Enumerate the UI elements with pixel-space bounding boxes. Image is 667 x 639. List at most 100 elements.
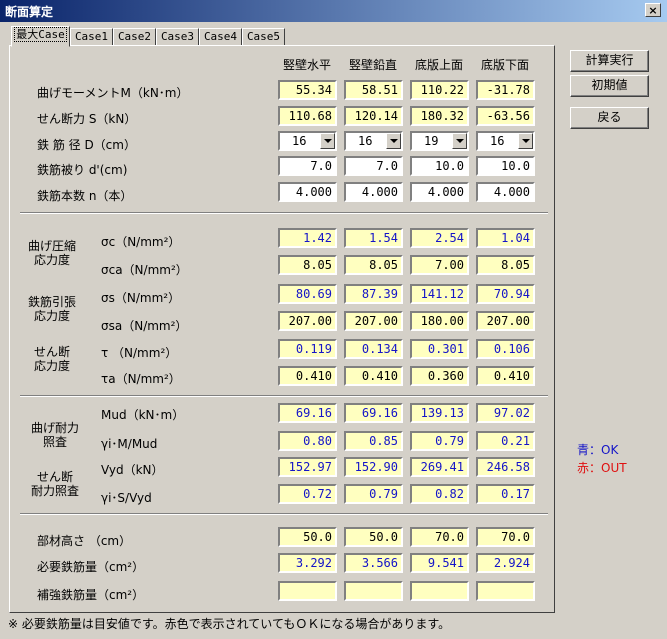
row-label: σc（N/mm²） <box>101 235 181 249</box>
result-field: 0.79 <box>344 484 403 504</box>
result-field: 0.106 <box>476 339 535 359</box>
result-field: 1.04 <box>476 228 535 248</box>
moment-field[interactable]: 58.51 <box>344 80 403 100</box>
row-label: τa（N/mm²） <box>101 372 181 386</box>
bar-count-field[interactable]: 4.000 <box>476 182 535 202</box>
tab-case1[interactable]: Case1 <box>70 28 113 46</box>
tab-max-case[interactable]: 最大Case <box>11 26 70 47</box>
tab-case2[interactable]: Case2 <box>113 28 156 46</box>
window-title: 断面算定 <box>5 5 54 19</box>
moment-field[interactable]: 110.22 <box>410 80 469 100</box>
chevron-down-icon[interactable] <box>320 133 335 149</box>
column-header: 底版下面 <box>480 58 529 72</box>
tab-case3[interactable]: Case3 <box>156 28 199 46</box>
reinforcing-rebar-field[interactable] <box>476 581 535 601</box>
calculate-button[interactable]: 計算実行 <box>570 50 649 72</box>
tab-case5[interactable]: Case5 <box>242 28 285 46</box>
result-field: 246.58 <box>476 457 535 477</box>
cover-field[interactable]: 10.0 <box>410 156 469 176</box>
result-field: 1.42 <box>278 228 337 248</box>
bar-diameter-select[interactable]: 16 <box>278 131 337 151</box>
result-field: 80.69 <box>278 284 337 304</box>
shear-field[interactable]: 120.14 <box>344 106 403 126</box>
title-bar <box>0 0 667 22</box>
member-height-field[interactable]: 50.0 <box>344 527 403 547</box>
allowable-field[interactable]: 207.00 <box>344 311 403 331</box>
cover-field[interactable]: 10.0 <box>476 156 535 176</box>
result-field: 269.41 <box>410 457 469 477</box>
chevron-down-icon[interactable] <box>452 133 467 149</box>
row-label-reinforcing-rebar: 補強鉄筋量（cm²） <box>37 588 145 602</box>
allowable-field[interactable]: 207.00 <box>278 311 337 331</box>
required-rebar-field: 2.924 <box>476 553 535 573</box>
result-field: 69.16 <box>278 403 337 423</box>
row-label-bar-count: 鉄筋本数 n（本） <box>37 189 133 203</box>
reinforcing-rebar-field[interactable] <box>278 581 337 601</box>
legend-ok: 青：OK <box>577 443 619 457</box>
allowable-field[interactable]: 8.05 <box>476 255 535 275</box>
bar-count-field[interactable]: 4.000 <box>278 182 337 202</box>
reinforcing-rebar-field[interactable] <box>410 581 469 601</box>
tab-case4[interactable]: Case4 <box>199 28 242 46</box>
row-label-shear: せん断力 S（kN） <box>37 112 137 126</box>
result-field: 152.90 <box>344 457 403 477</box>
result-field: 0.301 <box>410 339 469 359</box>
allowable-field[interactable]: 0.410 <box>278 366 337 386</box>
allowable-field[interactable]: 0.360 <box>410 366 469 386</box>
member-height-field[interactable]: 70.0 <box>476 527 535 547</box>
required-rebar-field: 3.566 <box>344 553 403 573</box>
group-label: 耐力照査 <box>30 484 79 498</box>
required-rebar-field: 9.541 <box>410 553 469 573</box>
bar-count-field[interactable]: 4.000 <box>344 182 403 202</box>
member-height-field[interactable]: 50.0 <box>278 527 337 547</box>
result-field: 0.79 <box>410 431 469 451</box>
initial-values-button[interactable]: 初期値 <box>570 75 649 97</box>
group-label: 応力度 <box>33 359 70 373</box>
result-field: 0.82 <box>410 484 469 504</box>
result-field: 0.72 <box>278 484 337 504</box>
result-field: 0.119 <box>278 339 337 359</box>
bar-diameter-select[interactable]: 19 <box>410 131 469 151</box>
bar-diameter-select[interactable]: 16 <box>344 131 403 151</box>
legend-out: 赤：OUT <box>577 461 627 475</box>
reinforcing-rebar-field[interactable] <box>344 581 403 601</box>
moment-field[interactable]: 55.34 <box>278 80 337 100</box>
moment-field[interactable]: -31.78 <box>476 80 535 100</box>
bar-count-field[interactable]: 4.000 <box>410 182 469 202</box>
chevron-down-icon[interactable] <box>518 133 533 149</box>
shear-field[interactable]: -63.56 <box>476 106 535 126</box>
column-header: 底版上面 <box>414 58 463 72</box>
result-field: 139.13 <box>410 403 469 423</box>
row-label: γi･S/Vyd <box>101 491 152 505</box>
column-header: 竪壁鉛直 <box>348 58 397 72</box>
back-button[interactable]: 戻る <box>570 107 649 129</box>
row-label-cover: 鉄筋被り d'(cm) <box>37 163 128 177</box>
result-field: 141.12 <box>410 284 469 304</box>
allowable-field[interactable]: 180.00 <box>410 311 469 331</box>
chevron-down-icon[interactable] <box>386 133 401 149</box>
column-header: 竪壁水平 <box>282 58 331 72</box>
bar-diameter-select[interactable]: 16 <box>476 131 535 151</box>
shear-field[interactable]: 180.32 <box>410 106 469 126</box>
divider <box>20 212 548 214</box>
allowable-field[interactable]: 207.00 <box>476 311 535 331</box>
member-height-field[interactable]: 70.0 <box>410 527 469 547</box>
allowable-field[interactable]: 0.410 <box>476 366 535 386</box>
cover-field[interactable]: 7.0 <box>344 156 403 176</box>
allowable-field[interactable]: 8.05 <box>344 255 403 275</box>
row-label: Vyd（kN） <box>101 463 164 477</box>
allowable-field[interactable]: 7.00 <box>410 255 469 275</box>
row-label: γi･M/Mud <box>101 437 158 451</box>
allowable-field[interactable]: 8.05 <box>278 255 337 275</box>
group-label: 応力度 <box>33 309 70 323</box>
row-label: σca（N/mm²） <box>101 263 188 277</box>
cover-field[interactable]: 7.0 <box>278 156 337 176</box>
row-label: Mud（kN･m） <box>101 408 185 422</box>
row-label: σsa（N/mm²） <box>101 319 188 333</box>
row-label-required-rebar: 必要鉄筋量（cm²） <box>37 560 145 574</box>
result-field: 0.21 <box>476 431 535 451</box>
shear-field[interactable]: 110.68 <box>278 106 337 126</box>
allowable-field[interactable]: 0.410 <box>344 366 403 386</box>
close-button[interactable]: × <box>645 3 661 17</box>
result-field: 152.97 <box>278 457 337 477</box>
